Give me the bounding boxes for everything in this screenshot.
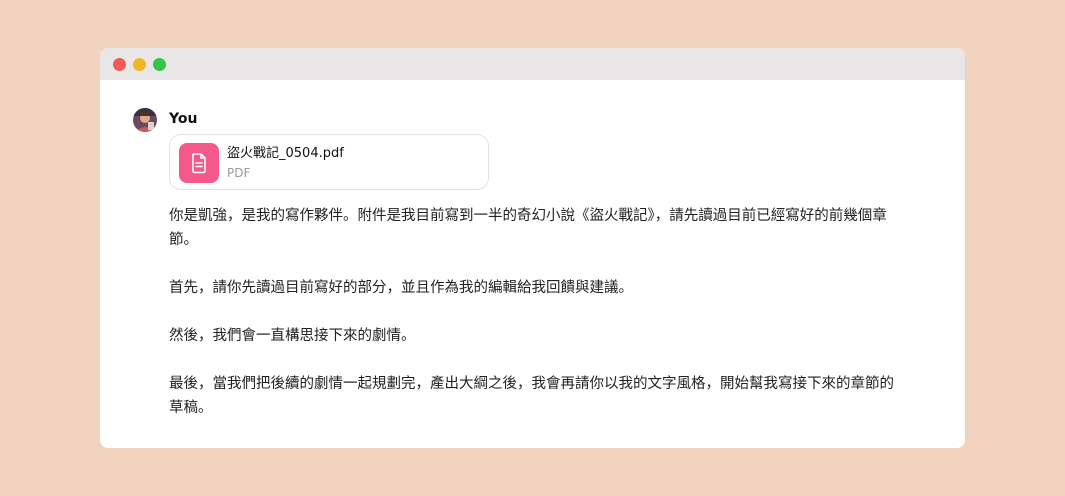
close-window-button[interactable] bbox=[113, 58, 126, 71]
user-avatar bbox=[133, 108, 157, 132]
file-attachment[interactable]: 盜火戰記_0504.pdf PDF bbox=[169, 134, 489, 190]
minimize-window-button[interactable] bbox=[133, 58, 146, 71]
message-paragraph: 首先，請你先讀過目前寫好的部分，並且作為我的編輯給我回饋與建議。 bbox=[169, 280, 633, 296]
attachment-filetype: PDF bbox=[227, 166, 251, 180]
message-paragraph: 最後，當我們把後續的劇情一起規劃完，產出大綱之後，我會再請你以我的文字風格，開始… bbox=[169, 376, 894, 416]
message-paragraph: 你是凱強，是我的寫作夥伴。附件是我目前寫到一半的奇幻小說《盜火戰記》，請先讀過目… bbox=[169, 208, 887, 248]
maximize-window-button[interactable] bbox=[153, 58, 166, 71]
document-icon bbox=[179, 143, 219, 183]
message-paragraph: 然後，我們會一直構思接下來的劇情。 bbox=[169, 328, 416, 344]
chat-window: You 盜火戰記_0504.pdf PDF 你是凱強，是我的寫作夥伴。附件是我目… bbox=[100, 48, 965, 448]
message-body: 你是凱強，是我的寫作夥伴。附件是我目前寫到一半的奇幻小說《盜火戰記》，請先讀過目… bbox=[169, 204, 895, 420]
window-titlebar bbox=[100, 48, 965, 80]
sender-name: You bbox=[169, 111, 198, 127]
attachment-filename: 盜火戰記_0504.pdf bbox=[227, 146, 344, 161]
